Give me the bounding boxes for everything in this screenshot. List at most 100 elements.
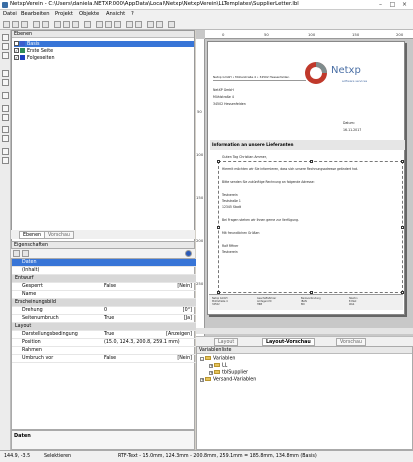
property-row[interactable]: Erscheinungsbild bbox=[12, 299, 196, 307]
menu-ansicht[interactable]: Ansicht bbox=[106, 11, 125, 17]
arrange-icon[interactable] bbox=[126, 21, 133, 28]
collapse-icon[interactable]: - bbox=[200, 356, 204, 361]
property-row[interactable]: Umbruch vor False [Nein] bbox=[12, 355, 196, 363]
minimize-icon[interactable]: – bbox=[376, 1, 385, 8]
toolbar bbox=[0, 19, 413, 30]
property-row[interactable]: Position (15.0, 124.3, 200.8, 259.1 mm) bbox=[12, 339, 196, 347]
property-row[interactable]: Drehung 0 [0°] bbox=[12, 307, 196, 315]
property-unit: [0°] bbox=[182, 308, 192, 313]
address-line-2: Mühlstraße 4 bbox=[213, 95, 234, 99]
sort-az-icon[interactable] bbox=[22, 250, 29, 257]
layer-item-erste-seite[interactable]: ✓ Erste Seite bbox=[14, 48, 53, 54]
object-tools bbox=[0, 30, 11, 450]
open-icon[interactable] bbox=[12, 21, 19, 28]
tab-vorschau[interactable]: Vorschau bbox=[44, 231, 74, 239]
layer-item-folgeseiten[interactable]: ✓ Folgeseiten bbox=[14, 55, 55, 61]
tree-item-ll[interactable]: + LL bbox=[209, 363, 227, 370]
crosstab-tool-icon[interactable] bbox=[2, 148, 9, 155]
align-icon[interactable] bbox=[96, 21, 103, 28]
help-icon[interactable] bbox=[168, 21, 175, 28]
text-tool-icon[interactable] bbox=[2, 43, 9, 50]
property-row[interactable]: Gesperrt False [Nein] bbox=[12, 283, 196, 291]
body-line: Teststraße 1 bbox=[222, 199, 241, 203]
menu-datei[interactable]: Datei bbox=[3, 11, 17, 17]
property-row[interactable]: Layout bbox=[12, 323, 196, 331]
table-tool-icon[interactable] bbox=[2, 114, 9, 121]
app-icon bbox=[2, 2, 8, 8]
tab-layout[interactable]: Layout bbox=[214, 338, 239, 346]
gauge-tool-icon[interactable] bbox=[2, 157, 9, 164]
chart-tool-icon[interactable] bbox=[2, 135, 9, 142]
date-value: 16.11.2017 bbox=[343, 128, 362, 132]
resize-handle[interactable] bbox=[401, 226, 404, 229]
resize-handle[interactable] bbox=[217, 160, 220, 163]
property-row[interactable]: Rahmen bbox=[12, 347, 196, 355]
property-row[interactable]: Entwurf bbox=[12, 275, 196, 283]
menu-bearbeiten[interactable]: Bearbeiten bbox=[21, 11, 50, 17]
back-icon[interactable] bbox=[156, 21, 163, 28]
layer-icon[interactable] bbox=[135, 21, 142, 28]
richtext-tool-icon[interactable] bbox=[2, 126, 9, 133]
expand-icon[interactable]: + bbox=[209, 370, 213, 375]
property-value: 0 bbox=[104, 308, 108, 313]
tree-item-tblsupplier[interactable]: + tblSupplier bbox=[209, 370, 248, 377]
resize-handle[interactable] bbox=[310, 160, 313, 163]
date-label: Datum: bbox=[343, 121, 355, 125]
layers-panel-title: Ebenen bbox=[12, 31, 194, 38]
tab-vorschau-main[interactable]: Vorschau bbox=[336, 338, 366, 346]
property-description: Daten bbox=[11, 430, 195, 450]
status-info: RTF-Text - 15.0mm, 124.3mm - 200.8mm, 25… bbox=[118, 454, 317, 459]
categorized-icon[interactable] bbox=[13, 250, 20, 257]
cut-icon[interactable] bbox=[54, 21, 61, 28]
checkbox-icon[interactable]: ✓ bbox=[14, 55, 19, 60]
barcode-tool-icon[interactable] bbox=[2, 105, 9, 112]
new-file-icon[interactable] bbox=[3, 21, 10, 28]
close-icon[interactable]: × bbox=[400, 1, 409, 8]
resize-handle[interactable] bbox=[217, 226, 220, 229]
info-title: Information an unsere Lieferanten bbox=[212, 142, 294, 147]
expand-icon[interactable]: + bbox=[200, 377, 204, 382]
ellipse-tool-icon[interactable] bbox=[2, 79, 9, 86]
maximize-icon[interactable]: □ bbox=[388, 1, 397, 8]
info-title-bar: Information an unsere Lieferanten bbox=[210, 140, 405, 150]
grid-icon[interactable] bbox=[105, 21, 112, 28]
line-tool-icon[interactable] bbox=[2, 52, 9, 59]
horizontal-ruler: 0 50 100 150 200 bbox=[205, 30, 413, 39]
save-icon[interactable] bbox=[21, 21, 28, 28]
tab-ebenen[interactable]: Ebenen bbox=[19, 231, 46, 239]
property-row[interactable]: Name bbox=[12, 291, 196, 299]
resize-handle[interactable] bbox=[401, 160, 404, 163]
front-icon[interactable] bbox=[147, 21, 154, 28]
expand-icon[interactable]: + bbox=[209, 363, 213, 368]
zoom-icon[interactable] bbox=[114, 21, 121, 28]
image-tool-icon[interactable] bbox=[2, 92, 9, 99]
layer-label: Folgeseiten bbox=[27, 56, 55, 61]
undo-icon[interactable] bbox=[84, 21, 91, 28]
menu-objekte[interactable]: Objekte bbox=[79, 11, 99, 17]
menu-projekt[interactable]: Projekt bbox=[55, 11, 73, 17]
tree-label: LL bbox=[222, 363, 228, 369]
property-row[interactable]: Darstellungsbedingung True [Anzeigen] bbox=[12, 331, 196, 339]
select-tool-icon[interactable] bbox=[2, 34, 9, 41]
tree-item-variablen[interactable]: - Variablen bbox=[200, 356, 235, 363]
preview-icon[interactable] bbox=[42, 21, 49, 28]
horizontal-scrollbar[interactable] bbox=[196, 328, 413, 334]
property-row[interactable]: Daten bbox=[12, 259, 196, 267]
paste-icon[interactable] bbox=[72, 21, 79, 28]
info-icon[interactable] bbox=[185, 250, 192, 257]
menu-help[interactable]: ? bbox=[131, 11, 134, 17]
vertical-ruler: 50 100 150 200 250 bbox=[196, 39, 205, 336]
checkbox-icon[interactable]: ✓ bbox=[14, 48, 19, 53]
property-row[interactable]: Seitenumbruch True [Ja] bbox=[12, 315, 196, 323]
rectangle-tool-icon[interactable] bbox=[2, 70, 9, 77]
title-bar: NetxpVerein - C:\Users\daniela.NETXP.000… bbox=[0, 0, 413, 10]
layers-tabs: Ebenen Vorschau bbox=[11, 230, 195, 239]
property-row[interactable]: (Inhalt) bbox=[12, 267, 196, 275]
checkbox-icon[interactable]: ✓ bbox=[14, 41, 19, 46]
layer-item-basis[interactable]: ✓ Basis bbox=[14, 41, 194, 47]
tree-item-versand-variablen[interactable]: + Versand-Variablen bbox=[200, 377, 256, 384]
status-mode: Selektieren bbox=[44, 454, 72, 459]
tab-layout-vorschau[interactable]: Layout-Vorschau bbox=[262, 338, 315, 346]
copy-icon[interactable] bbox=[63, 21, 70, 28]
print-icon[interactable] bbox=[33, 21, 40, 28]
